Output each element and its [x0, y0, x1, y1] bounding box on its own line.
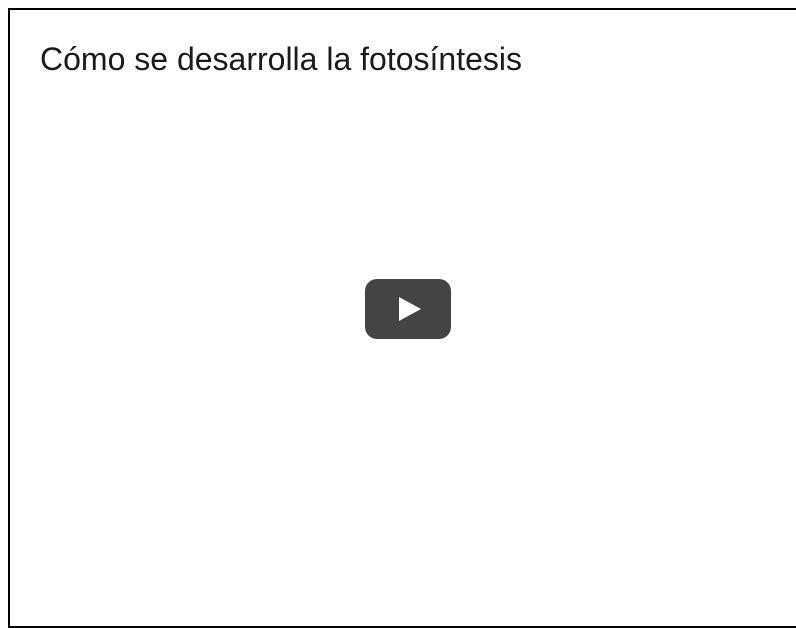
play-icon: [399, 297, 421, 321]
video-title[interactable]: Cómo se desarrolla la fotosíntesis: [40, 39, 522, 79]
video-embed[interactable]: Cómo se desarrolla la fotosíntesis: [8, 8, 796, 628]
play-button[interactable]: [365, 279, 451, 339]
